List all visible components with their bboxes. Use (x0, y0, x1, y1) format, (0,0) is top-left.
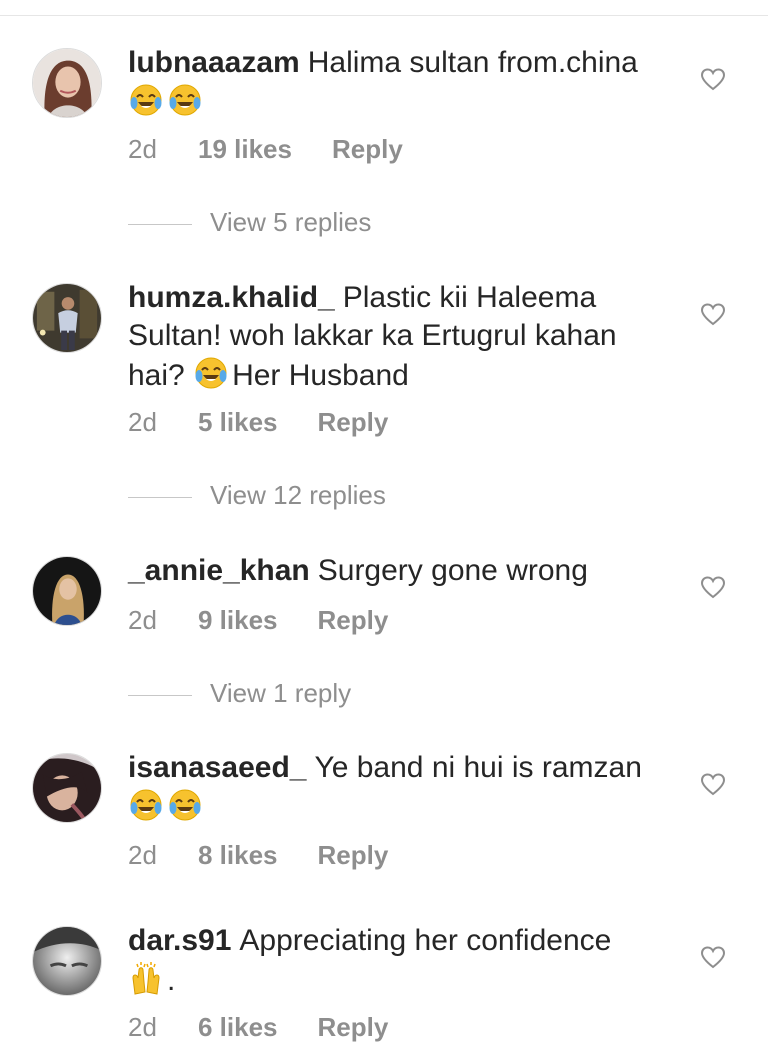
comment-time: 2d (128, 407, 157, 437)
view-replies-label: View 12 replies (210, 480, 386, 510)
comment-body-suffix: Her Husband (232, 359, 409, 392)
comment-body: Surgery gone wrong (317, 554, 588, 587)
comment-text: isanasaeed_ Ye band ni hui is ramzan (128, 749, 668, 827)
view-replies-label: View 1 reply (210, 678, 352, 708)
comment-meta: 2d 9 likes Reply (128, 603, 388, 637)
comment-body: Appreciating her confidence (239, 924, 612, 957)
comment-username[interactable]: dar.s91 (128, 924, 231, 957)
face-with-tears-of-joy-icon (167, 82, 203, 118)
comment-time: 2d (128, 134, 157, 164)
comment-time: 2d (128, 1012, 157, 1042)
reply-button[interactable]: Reply (318, 603, 389, 637)
comment-likes[interactable]: 19 likes (198, 132, 292, 166)
raising-hands-icon (128, 960, 164, 996)
face-with-tears-of-joy-icon (193, 355, 229, 391)
comment-likes[interactable]: 8 likes (198, 838, 278, 872)
reply-button[interactable]: Reply (318, 405, 389, 439)
avatar[interactable] (32, 48, 102, 118)
comment-likes[interactable]: 6 likes (198, 1010, 278, 1044)
comment-time: 2d (128, 605, 157, 635)
face-with-tears-of-joy-icon (128, 787, 164, 823)
comment-text: humza.khalid_ Plastic kii Haleema Sultan!… (128, 279, 668, 395)
top-divider (0, 15, 768, 16)
comment-time: 2d (128, 840, 157, 870)
replies-divider (128, 694, 192, 696)
face-with-tears-of-joy-icon (128, 82, 164, 118)
comment-body: Halima sultan from.china (307, 46, 638, 79)
avatar[interactable] (32, 926, 102, 996)
comment-meta: 2d 6 likes Reply (128, 1010, 388, 1044)
replies-divider (128, 223, 192, 225)
view-replies-button[interactable]: View 1 reply (128, 676, 351, 710)
like-heart-icon[interactable] (700, 302, 726, 328)
view-replies-label: View 5 replies (210, 207, 372, 237)
reply-button[interactable]: Reply (318, 1010, 389, 1044)
like-heart-icon[interactable] (700, 772, 726, 798)
reply-button[interactable]: Reply (318, 838, 389, 872)
comment-body: Ye band ni hui is ramzan (314, 751, 642, 784)
comment-text: lubnaaazam Halima sultan from.china (128, 44, 668, 122)
comment-username[interactable]: isanasaeed_ (128, 751, 306, 784)
comment-username[interactable]: humza.khalid_ (128, 281, 335, 314)
avatar[interactable] (32, 753, 102, 823)
comment-meta: 2d 8 likes Reply (128, 838, 388, 872)
like-heart-icon[interactable] (700, 67, 726, 93)
face-with-tears-of-joy-icon (167, 787, 203, 823)
comment-meta: 2d 5 likes Reply (128, 405, 388, 439)
avatar[interactable] (32, 283, 102, 353)
avatar[interactable] (32, 556, 102, 626)
comment-text: dar.s91 Appreciating her confidence . (128, 922, 668, 1000)
reply-button[interactable]: Reply (332, 132, 403, 166)
replies-divider (128, 496, 192, 498)
view-replies-button[interactable]: View 5 replies (128, 205, 371, 239)
like-heart-icon[interactable] (700, 575, 726, 601)
comment-likes[interactable]: 5 likes (198, 405, 278, 439)
comment-username[interactable]: lubnaaazam (128, 46, 300, 79)
comment-username[interactable]: _annie_khan (128, 554, 310, 587)
comment-meta: 2d 19 likes Reply (128, 132, 403, 166)
comment-likes[interactable]: 9 likes (198, 603, 278, 637)
comment-body-suffix: . (167, 964, 176, 997)
comment-text: _annie_khan Surgery gone wrong (128, 552, 668, 590)
view-replies-button[interactable]: View 12 replies (128, 478, 386, 512)
like-heart-icon[interactable] (700, 945, 726, 971)
